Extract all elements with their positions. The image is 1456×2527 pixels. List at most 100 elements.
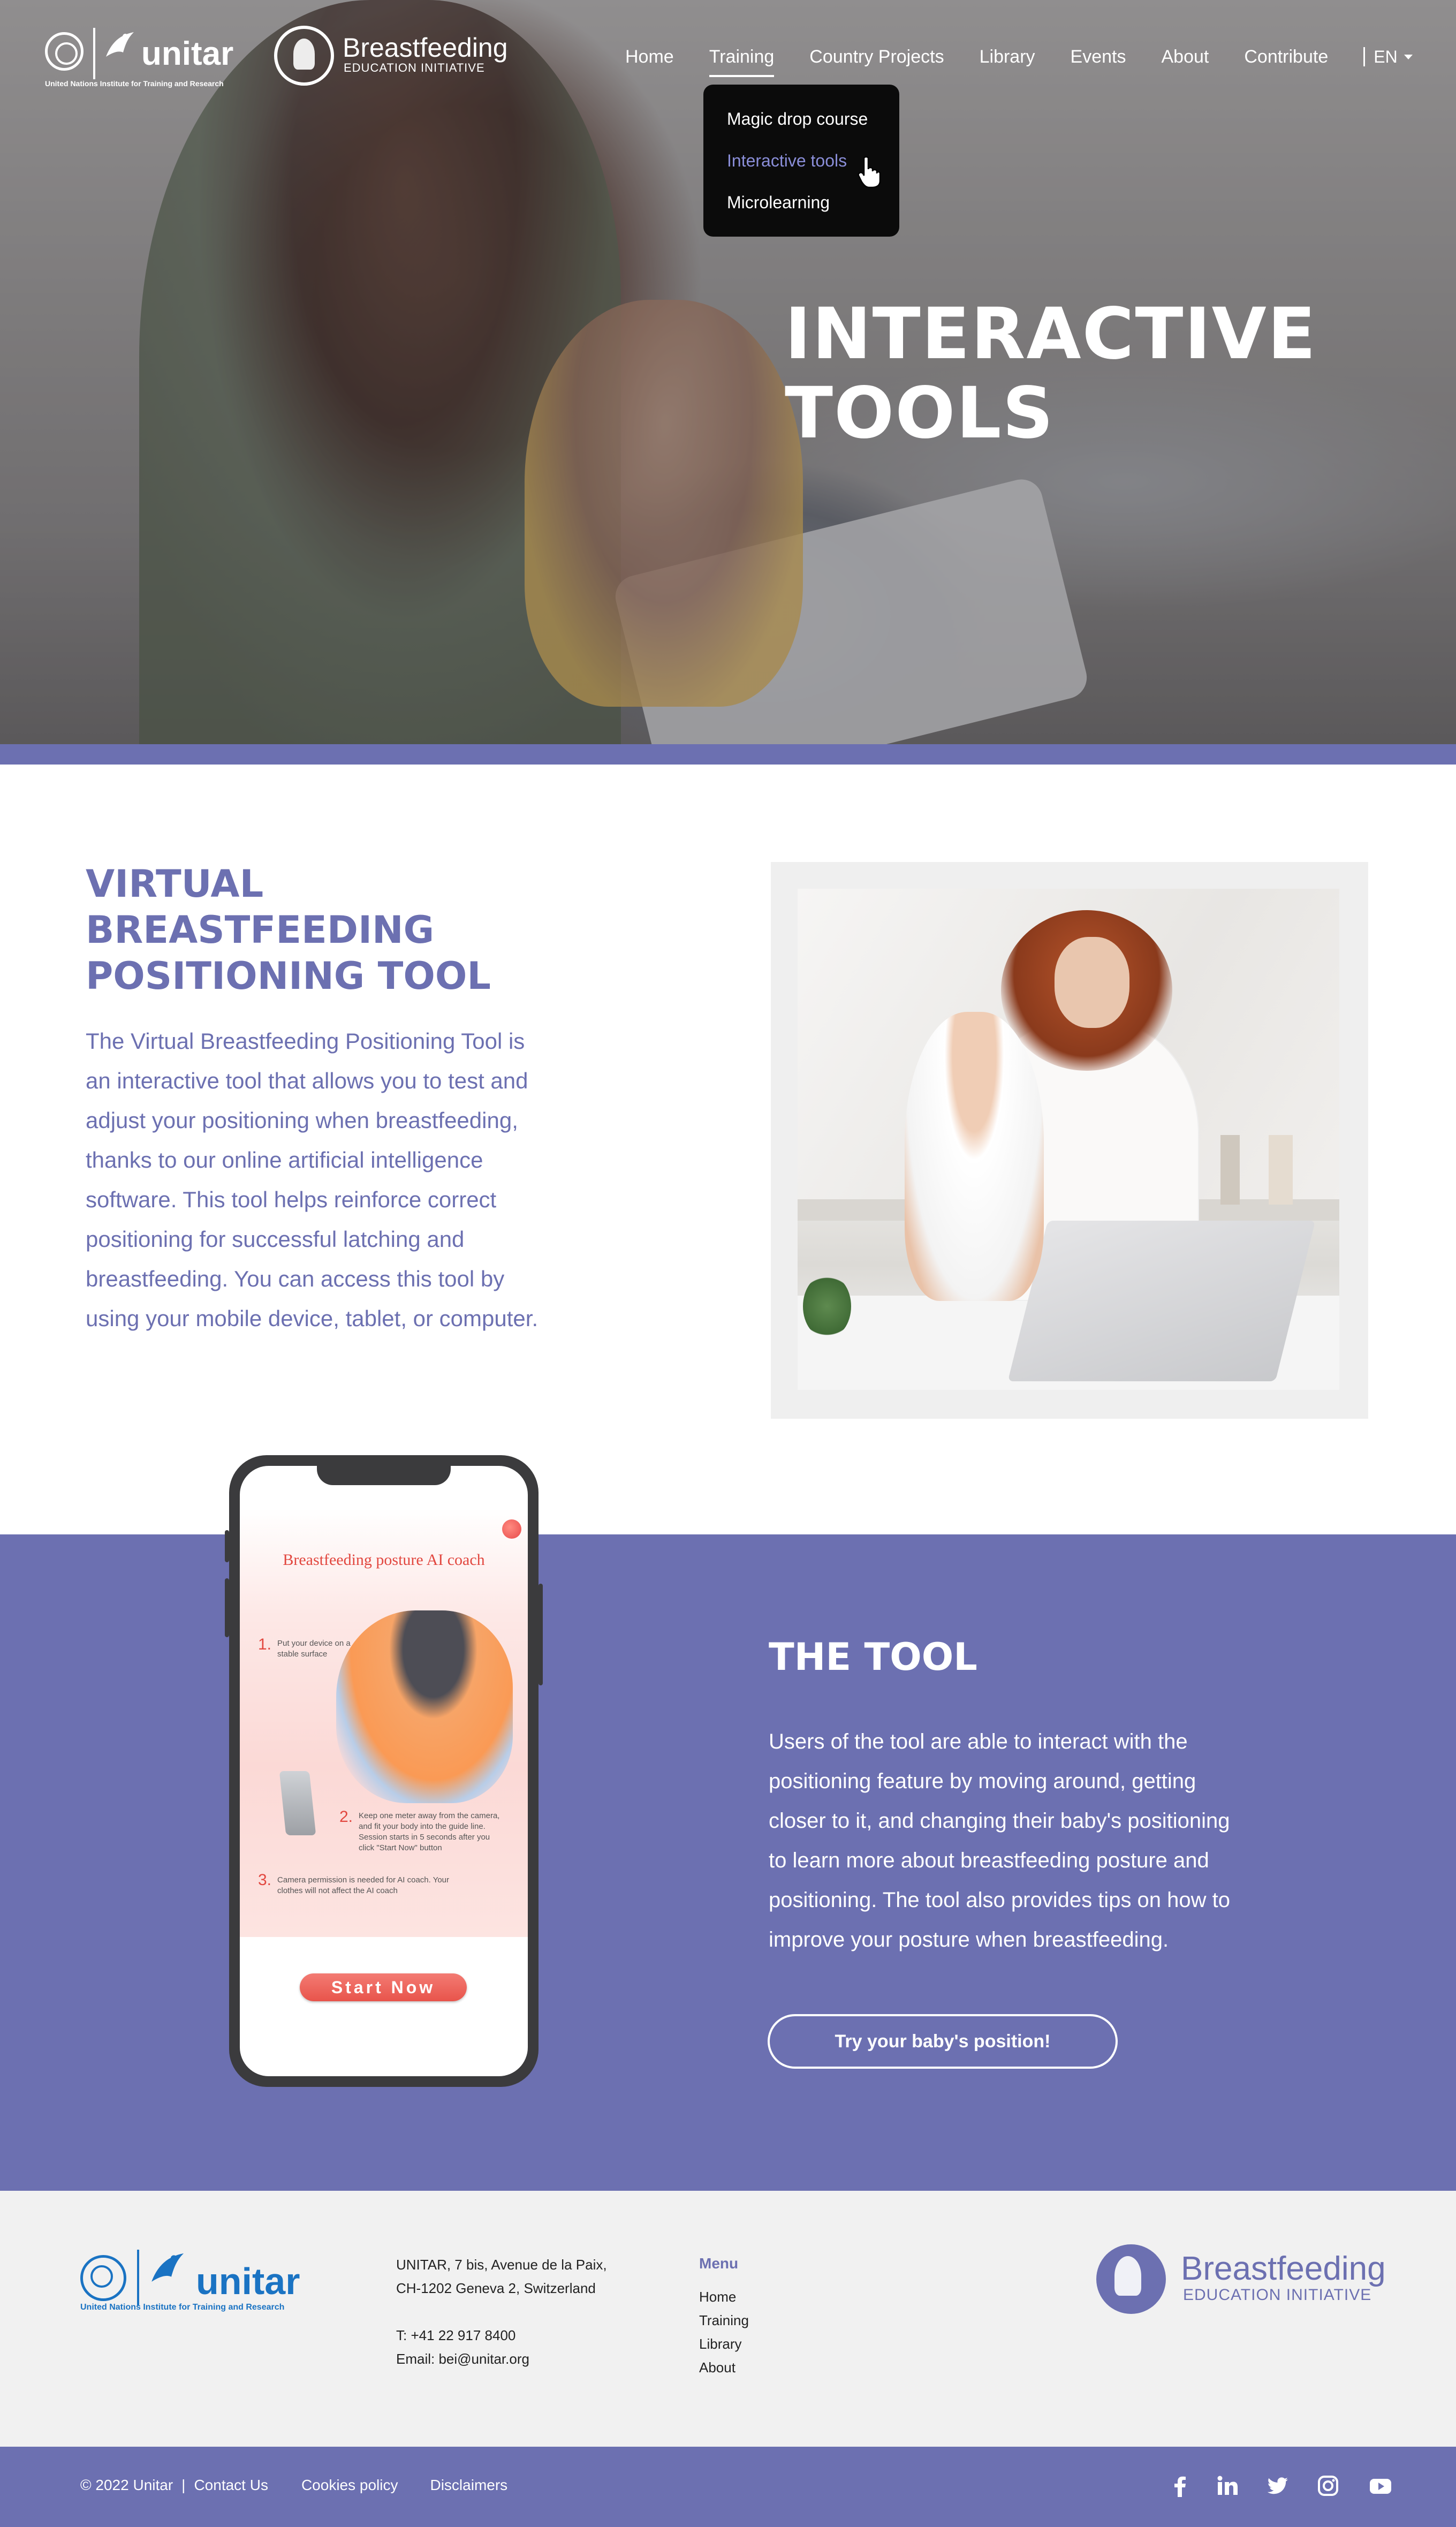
bei-logo-name: Breastfeeding [343, 33, 508, 63]
dropdown-magic-drop-course[interactable]: Magic drop course [727, 108, 868, 130]
nav-home[interactable]: Home [625, 44, 674, 70]
nav-country-projects[interactable]: Country Projects [809, 44, 944, 70]
nav-library[interactable]: Library [980, 44, 1035, 70]
photo-plant [803, 1274, 851, 1338]
vbpt-line: using your mobile device, tablet, or com… [86, 1306, 539, 1331]
step-3-number: 3. [258, 1871, 272, 1889]
footer-menu: Home Training Library About [699, 2285, 749, 2379]
nav-about[interactable]: About [1162, 44, 1209, 70]
photo-woman-face [1055, 937, 1129, 1028]
footer-contact-info: UNITAR, 7 bis, Avenue de la Paix, CH-120… [396, 2253, 607, 2371]
footer-bottom-links: © 2022 Unitar | Contact Us Cookies polic… [80, 2475, 507, 2496]
disclaimers-link[interactable]: Disclaimers [430, 2475, 507, 2496]
vbpt-heading-line-1: VIRTUAL [86, 862, 264, 906]
copyright: © 2022 Unitar [80, 2477, 173, 2493]
step-2-text: Keep one meter away from the camera, and… [359, 1811, 499, 1853]
phone-notch [317, 1466, 451, 1485]
nav-events[interactable]: Events [1071, 44, 1126, 70]
step-1-text: Put your device on a stable surface [277, 1638, 351, 1660]
footer-bei-logo[interactable]: Breastfeeding EDUCATION INITIATIVE [1096, 2244, 1396, 2317]
cookies-policy-link[interactable]: Cookies policy [301, 2475, 398, 2496]
footer-bei-tagline: EDUCATION INITIATIVE [1183, 2286, 1372, 2304]
vbpt-line: The Virtual Breastfeeding Positioning To… [86, 1028, 525, 1054]
vbpt-heading-line-3: POSITIONING TOOL [86, 954, 491, 998]
step-3-line: clothes will not affect the AI coach [277, 1886, 398, 1895]
vbpt-line: positioning for successful latching and [86, 1227, 465, 1252]
tool-line: positioning feature by moving around, ge… [769, 1769, 1196, 1793]
footer-menu-about[interactable]: About [699, 2356, 749, 2379]
linkedin-icon[interactable] [1216, 2475, 1239, 2497]
phone-mockup: Breastfeeding posture AI coach 1. Put yo… [225, 1455, 543, 2087]
mother-silhouette-icon [274, 26, 334, 86]
hero-accent-bar [0, 744, 1456, 765]
footer-menu-training[interactable]: Training [699, 2309, 749, 2332]
breastfeeding-illustration [336, 1610, 513, 1803]
step-2-line: Keep one meter away from the camera, [359, 1811, 500, 1820]
footer-bei-name: Breastfeeding [1181, 2250, 1386, 2287]
step-1-line: stable surface [277, 1650, 328, 1659]
unitar-wordmark: unitar [196, 2260, 300, 2302]
instagram-icon[interactable] [1317, 2475, 1339, 2497]
mother-laptop-photo [798, 889, 1339, 1390]
hand-pointer-cursor-icon [858, 156, 881, 188]
address-line: UNITAR, 7 bis, Avenue de la Paix, [396, 2257, 607, 2273]
dropdown-microlearning[interactable]: Microlearning [727, 192, 830, 213]
unitar-bird-icon [151, 2253, 184, 2282]
dropdown-interactive-tools[interactable]: Interactive tools [727, 150, 847, 171]
youtube-icon[interactable] [1369, 2475, 1392, 2497]
app-title: Breastfeeding posture AI coach [283, 1551, 485, 1569]
step-3-line: Camera permission is needed for AI coach… [277, 1875, 450, 1885]
vbpt-line: adjust your positioning when breastfeedi… [86, 1108, 518, 1133]
phone-side-button [225, 1578, 229, 1637]
footer-menu-library[interactable]: Library [699, 2332, 749, 2356]
language-divider [1363, 47, 1366, 66]
tool-line: to learn more about breastfeeding postur… [769, 1849, 1209, 1872]
start-now-button[interactable]: Start Now [300, 1973, 467, 2001]
tool-line: positioning. The tool also provides tips… [769, 1888, 1231, 1912]
vbpt-heading: VIRTUAL BREASTFEEDING POSITIONING TOOL [86, 861, 491, 999]
un-emblem-icon [45, 32, 84, 71]
logo-divider [93, 28, 95, 79]
globe-icon[interactable] [502, 1519, 521, 1539]
tool-line: improve your posture when breastfeeding. [769, 1928, 1169, 1951]
tool-line: closer to it, and changing their baby's … [769, 1809, 1230, 1833]
unitar-subtitle: United Nations Institute for Training an… [80, 2303, 285, 2312]
photo-baby [905, 1012, 1044, 1301]
vbpt-line: an interactive tool that allows you to t… [86, 1068, 528, 1093]
footer-menu-home[interactable]: Home [699, 2285, 749, 2309]
mother-silhouette-icon [1096, 2244, 1166, 2314]
unitar-logo[interactable]: unitar United Nations Institute for Trai… [45, 28, 233, 88]
vbpt-heading-line-2: BREASTFEEDING [86, 908, 435, 952]
footer-unitar-logo[interactable]: unitar United Nations Institute for Trai… [80, 2248, 305, 2315]
logo-divider [137, 2250, 139, 2305]
step-1-line: Put your device on a [277, 1639, 351, 1648]
step-2-line: and fit your body into the guide line. [359, 1822, 486, 1831]
phone-screen: Breastfeeding posture AI coach 1. Put yo… [240, 1466, 528, 2076]
hero-banner: unitar United Nations Institute for Trai… [0, 0, 1456, 744]
facebook-icon[interactable] [1169, 2475, 1192, 2497]
tool-description: Users of the tool are able to interact w… [769, 1722, 1272, 1959]
contact-us-link[interactable]: Contact Us [194, 2475, 268, 2496]
twitter-icon[interactable] [1267, 2475, 1289, 2497]
step-3-text: Camera permission is needed for AI coach… [277, 1875, 449, 1896]
unitar-wordmark: unitar [141, 35, 234, 72]
page-title: INTERACTIVE TOOLS [785, 294, 1317, 453]
step-2-line: click "Start Now" button [359, 1843, 442, 1852]
chevron-down-icon [1404, 54, 1413, 59]
address-line: CH-1202 Geneva 2, Switzerland [396, 2280, 596, 2296]
footer-menu-title: Menu [699, 2255, 739, 2272]
vbpt-line: software. This tool helps reinforce corr… [86, 1187, 497, 1212]
vbpt-description: The Virtual Breastfeeding Positioning To… [86, 1022, 557, 1338]
vbpt-line: thanks to our online artificial intellig… [86, 1147, 483, 1172]
nav-training[interactable]: Training [709, 44, 774, 77]
bei-logo-tagline: EDUCATION INITIATIVE [344, 61, 485, 74]
phone-side-button [225, 1530, 229, 1562]
language-selector[interactable]: EN [1363, 44, 1413, 70]
nav-contribute[interactable]: Contribute [1244, 44, 1328, 70]
link-separator: | [181, 2477, 186, 2493]
try-baby-position-button[interactable]: Try your baby's position! [768, 2014, 1118, 2069]
step-2-number: 2. [339, 1808, 353, 1826]
bei-logo[interactable]: Breastfeeding EDUCATION INITIATIVE [274, 26, 515, 88]
phone-side-button [539, 1584, 543, 1685]
page-title-line-1: INTERACTIVE [785, 293, 1317, 375]
